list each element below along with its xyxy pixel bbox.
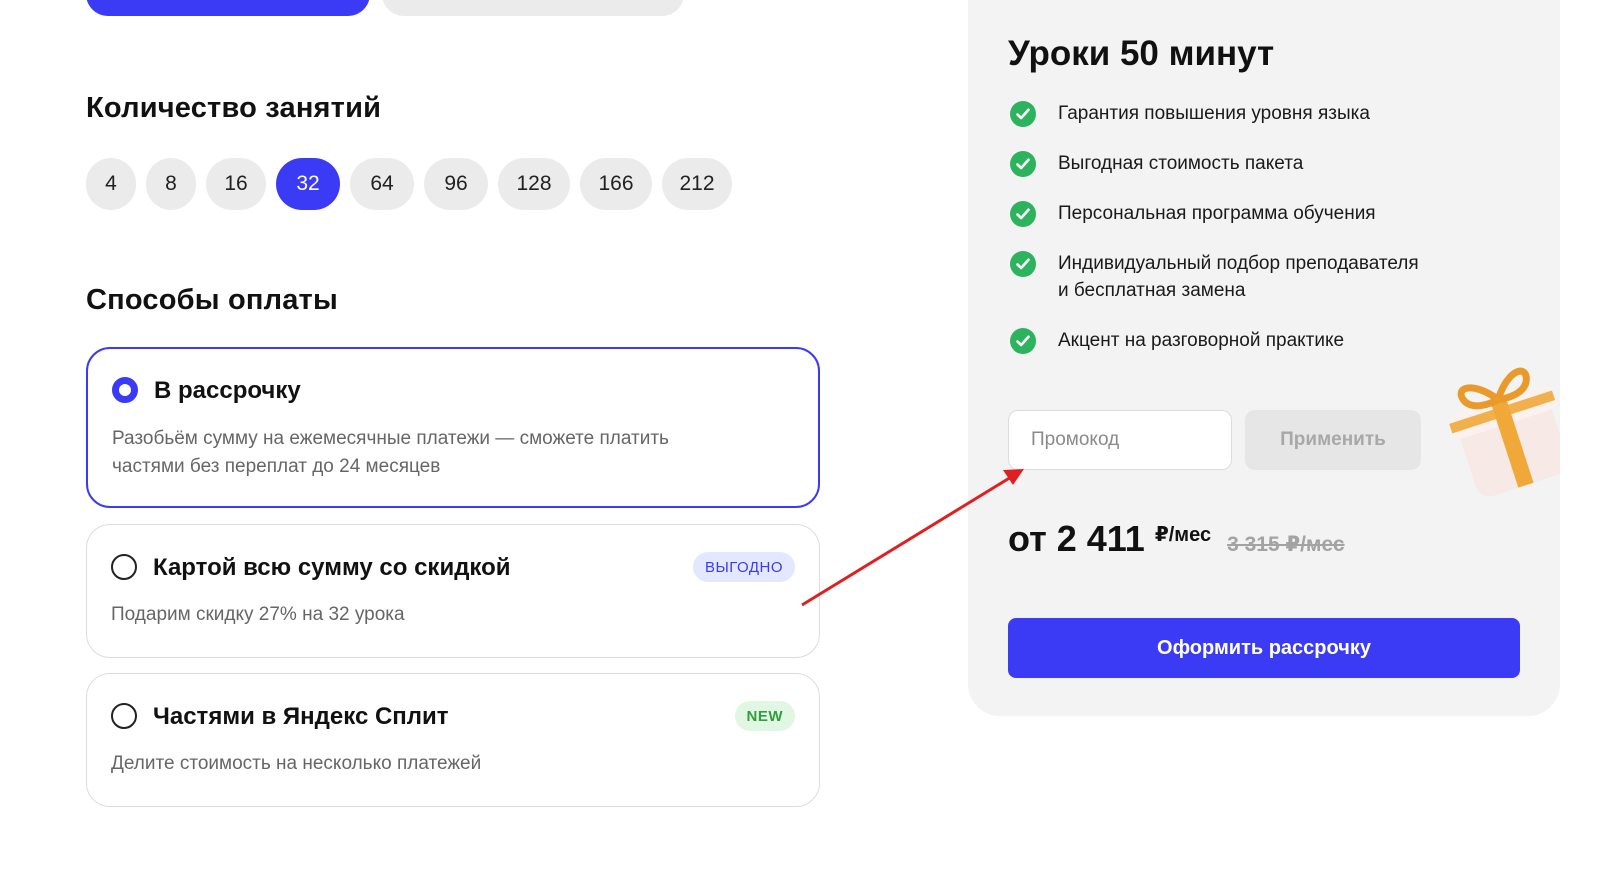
benefits-list: Гарантия повышения уровня языка Выгодная… <box>1008 100 1488 354</box>
gift-icon <box>1438 360 1560 505</box>
benefit-text: Гарантия повышения уровня языка <box>1058 103 1370 124</box>
payment-option-description: Делите стоимость на несколько платежей <box>111 753 482 774</box>
check-circle-icon <box>1010 328 1036 354</box>
count-option-128[interactable]: 128 <box>498 158 570 210</box>
tab-inactive-cut[interactable] <box>382 0 684 16</box>
check-circle-icon <box>1010 201 1036 227</box>
lesson-count-options: 4 8 16 32 64 96 128 166 212 <box>86 158 732 210</box>
benefit-text: Выгодная стоимость пакета <box>1058 153 1304 174</box>
check-circle-icon <box>1010 251 1036 277</box>
payment-option-installment[interactable]: В рассрочку Разобьём сумму на ежемесячны… <box>86 347 820 508</box>
count-option-32[interactable]: 32 <box>276 158 340 210</box>
old-price: 3 315 ₽/мес <box>1227 533 1345 556</box>
badge-profitable: ВЫГОДНО <box>692 552 795 582</box>
badge-new: NEW <box>734 701 795 731</box>
price-block: от 2 411 ₽/мес 3 315 ₽/мес <box>1008 518 1345 560</box>
order-summary-panel: Уроки 50 минут Гарантия повышения уровня… <box>968 0 1560 716</box>
payment-option-description: Разобьём сумму на ежемесячные платежи — … <box>112 425 669 481</box>
count-option-166[interactable]: 166 <box>580 158 652 210</box>
payment-option-yandex-split[interactable]: Частями в Яндекс Сплит NEW Делите стоимо… <box>86 673 820 807</box>
check-circle-icon <box>1010 151 1036 177</box>
payment-option-description: Подарим скидку 27% на 32 урока <box>111 604 405 625</box>
benefit-text: Персональная программа обучения <box>1058 203 1376 224</box>
price-value: от 2 411 <box>1008 518 1145 559</box>
description-line: Разобьём сумму на ежемесячные платежи — … <box>112 428 669 449</box>
price-unit: ₽/мес <box>1154 524 1212 546</box>
benefit-item: Персональная программа обучения <box>1008 200 1488 227</box>
benefit-text: и бесплатная замена <box>1058 280 1246 301</box>
payment-option-card[interactable]: Картой всю сумму со скидкой ВЫГОДНО Пода… <box>86 524 820 658</box>
apply-promo-button[interactable]: Применить <box>1245 410 1421 470</box>
count-option-4[interactable]: 4 <box>86 158 136 210</box>
count-option-64[interactable]: 64 <box>350 158 414 210</box>
radio-selected[interactable] <box>112 377 138 403</box>
description-line: частями без переплат до 24 месяцев <box>112 456 441 477</box>
payment-option-title: Частями в Яндекс Сплит <box>153 703 449 730</box>
count-option-96[interactable]: 96 <box>424 158 488 210</box>
promo-code-input[interactable] <box>1008 410 1232 470</box>
count-option-16[interactable]: 16 <box>206 158 266 210</box>
tab-active-cut[interactable] <box>86 0 370 16</box>
summary-title: Уроки 50 минут <box>1008 34 1275 73</box>
benefit-text: Акцент на разговорной практике <box>1058 330 1345 351</box>
benefit-text: Индивидуальный подбор преподавателя <box>1058 253 1419 274</box>
checkout-installment-button[interactable]: Оформить рассрочку <box>1008 618 1520 678</box>
payment-option-title: В рассрочку <box>154 377 301 404</box>
count-option-212[interactable]: 212 <box>662 158 732 210</box>
benefit-item: Индивидуальный подбор преподавателя и бе… <box>1008 250 1488 304</box>
radio-empty[interactable] <box>111 554 137 580</box>
benefit-item: Акцент на разговорной практике <box>1008 327 1488 354</box>
page: Количество занятий 4 8 16 32 64 96 128 1… <box>0 0 1616 872</box>
check-circle-icon <box>1010 101 1036 127</box>
count-option-8[interactable]: 8 <box>146 158 196 210</box>
benefit-item: Выгодная стоимость пакета <box>1008 150 1488 177</box>
radio-empty[interactable] <box>111 703 137 729</box>
count-section-title: Количество занятий <box>86 92 382 124</box>
payment-section-title: Способы оплаты <box>86 284 338 316</box>
benefit-item: Гарантия повышения уровня языка <box>1008 100 1488 127</box>
payment-option-title: Картой всю сумму со скидкой <box>153 554 511 581</box>
